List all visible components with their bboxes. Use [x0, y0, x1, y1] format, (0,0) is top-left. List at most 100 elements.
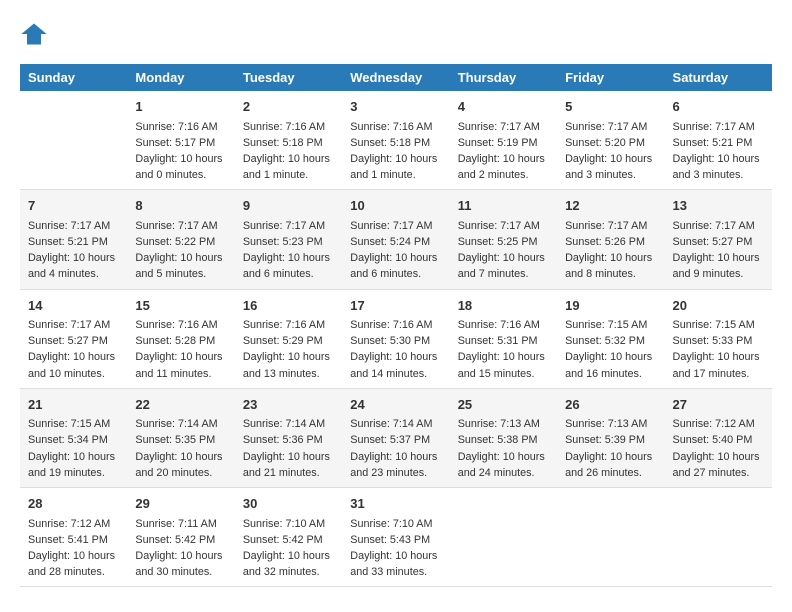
- calendar-cell: 20Sunrise: 7:15 AMSunset: 5:33 PMDayligh…: [665, 289, 772, 388]
- day-number: 25: [458, 395, 549, 415]
- calendar-week-row: 1Sunrise: 7:16 AMSunset: 5:17 PMDaylight…: [20, 91, 772, 190]
- day-info: Sunrise: 7:16 AMSunset: 5:29 PMDaylight:…: [243, 317, 334, 382]
- calendar-week-row: 28Sunrise: 7:12 AMSunset: 5:41 PMDayligh…: [20, 488, 772, 587]
- calendar-cell: 15Sunrise: 7:16 AMSunset: 5:28 PMDayligh…: [127, 289, 234, 388]
- day-info: Sunrise: 7:17 AMSunset: 5:26 PMDaylight:…: [565, 218, 656, 283]
- day-info: Sunrise: 7:10 AMSunset: 5:43 PMDaylight:…: [350, 516, 441, 581]
- day-number: 3: [350, 97, 441, 117]
- day-info: Sunrise: 7:14 AMSunset: 5:35 PMDaylight:…: [135, 416, 226, 481]
- calendar-cell: 8Sunrise: 7:17 AMSunset: 5:22 PMDaylight…: [127, 190, 234, 289]
- day-info: Sunrise: 7:17 AMSunset: 5:24 PMDaylight:…: [350, 218, 441, 283]
- calendar-cell: 3Sunrise: 7:16 AMSunset: 5:18 PMDaylight…: [342, 91, 449, 190]
- day-info: Sunrise: 7:15 AMSunset: 5:32 PMDaylight:…: [565, 317, 656, 382]
- day-info: Sunrise: 7:11 AMSunset: 5:42 PMDaylight:…: [135, 516, 226, 581]
- day-number: 26: [565, 395, 656, 415]
- logo: [20, 20, 52, 48]
- day-number: 21: [28, 395, 119, 415]
- calendar-table: SundayMondayTuesdayWednesdayThursdayFrid…: [20, 64, 772, 587]
- day-info: Sunrise: 7:17 AMSunset: 5:25 PMDaylight:…: [458, 218, 549, 283]
- calendar-week-row: 21Sunrise: 7:15 AMSunset: 5:34 PMDayligh…: [20, 388, 772, 487]
- calendar-cell: 28Sunrise: 7:12 AMSunset: 5:41 PMDayligh…: [20, 488, 127, 587]
- day-info: Sunrise: 7:14 AMSunset: 5:36 PMDaylight:…: [243, 416, 334, 481]
- calendar-week-row: 14Sunrise: 7:17 AMSunset: 5:27 PMDayligh…: [20, 289, 772, 388]
- day-number: 6: [673, 97, 764, 117]
- day-of-week-header: Tuesday: [235, 64, 342, 91]
- day-of-week-header: Friday: [557, 64, 664, 91]
- day-number: 16: [243, 296, 334, 316]
- day-info: Sunrise: 7:16 AMSunset: 5:17 PMDaylight:…: [135, 119, 226, 184]
- day-number: 19: [565, 296, 656, 316]
- day-info: Sunrise: 7:16 AMSunset: 5:18 PMDaylight:…: [243, 119, 334, 184]
- calendar-cell: 22Sunrise: 7:14 AMSunset: 5:35 PMDayligh…: [127, 388, 234, 487]
- calendar-cell: 4Sunrise: 7:17 AMSunset: 5:19 PMDaylight…: [450, 91, 557, 190]
- day-info: Sunrise: 7:12 AMSunset: 5:40 PMDaylight:…: [673, 416, 764, 481]
- calendar-cell: 6Sunrise: 7:17 AMSunset: 5:21 PMDaylight…: [665, 91, 772, 190]
- day-number: 4: [458, 97, 549, 117]
- day-info: Sunrise: 7:16 AMSunset: 5:30 PMDaylight:…: [350, 317, 441, 382]
- day-of-week-header: Monday: [127, 64, 234, 91]
- day-number: 7: [28, 196, 119, 216]
- day-info: Sunrise: 7:17 AMSunset: 5:19 PMDaylight:…: [458, 119, 549, 184]
- calendar-cell: 16Sunrise: 7:16 AMSunset: 5:29 PMDayligh…: [235, 289, 342, 388]
- day-number: 13: [673, 196, 764, 216]
- day-info: Sunrise: 7:17 AMSunset: 5:23 PMDaylight:…: [243, 218, 334, 283]
- calendar-cell: [450, 488, 557, 587]
- day-info: Sunrise: 7:17 AMSunset: 5:22 PMDaylight:…: [135, 218, 226, 283]
- day-number: 20: [673, 296, 764, 316]
- logo-icon: [20, 20, 48, 48]
- day-info: Sunrise: 7:13 AMSunset: 5:39 PMDaylight:…: [565, 416, 656, 481]
- day-number: 29: [135, 494, 226, 514]
- calendar-cell: 17Sunrise: 7:16 AMSunset: 5:30 PMDayligh…: [342, 289, 449, 388]
- day-info: Sunrise: 7:17 AMSunset: 5:27 PMDaylight:…: [673, 218, 764, 283]
- calendar-cell: 23Sunrise: 7:14 AMSunset: 5:36 PMDayligh…: [235, 388, 342, 487]
- day-number: 11: [458, 196, 549, 216]
- calendar-cell: 21Sunrise: 7:15 AMSunset: 5:34 PMDayligh…: [20, 388, 127, 487]
- day-info: Sunrise: 7:10 AMSunset: 5:42 PMDaylight:…: [243, 516, 334, 581]
- calendar-cell: 2Sunrise: 7:16 AMSunset: 5:18 PMDaylight…: [235, 91, 342, 190]
- day-number: 8: [135, 196, 226, 216]
- day-number: 15: [135, 296, 226, 316]
- calendar-cell: 1Sunrise: 7:16 AMSunset: 5:17 PMDaylight…: [127, 91, 234, 190]
- calendar-cell: 7Sunrise: 7:17 AMSunset: 5:21 PMDaylight…: [20, 190, 127, 289]
- day-of-week-header: Sunday: [20, 64, 127, 91]
- day-info: Sunrise: 7:13 AMSunset: 5:38 PMDaylight:…: [458, 416, 549, 481]
- day-number: 5: [565, 97, 656, 117]
- day-number: 31: [350, 494, 441, 514]
- calendar-cell: 12Sunrise: 7:17 AMSunset: 5:26 PMDayligh…: [557, 190, 664, 289]
- calendar-cell: 24Sunrise: 7:14 AMSunset: 5:37 PMDayligh…: [342, 388, 449, 487]
- days-header-row: SundayMondayTuesdayWednesdayThursdayFrid…: [20, 64, 772, 91]
- calendar-cell: [20, 91, 127, 190]
- day-number: 2: [243, 97, 334, 117]
- calendar-cell: 30Sunrise: 7:10 AMSunset: 5:42 PMDayligh…: [235, 488, 342, 587]
- calendar-cell: 27Sunrise: 7:12 AMSunset: 5:40 PMDayligh…: [665, 388, 772, 487]
- day-number: 18: [458, 296, 549, 316]
- day-number: 9: [243, 196, 334, 216]
- day-of-week-header: Saturday: [665, 64, 772, 91]
- day-number: 28: [28, 494, 119, 514]
- calendar-cell: 14Sunrise: 7:17 AMSunset: 5:27 PMDayligh…: [20, 289, 127, 388]
- day-number: 30: [243, 494, 334, 514]
- day-number: 27: [673, 395, 764, 415]
- day-info: Sunrise: 7:16 AMSunset: 5:18 PMDaylight:…: [350, 119, 441, 184]
- calendar-week-row: 7Sunrise: 7:17 AMSunset: 5:21 PMDaylight…: [20, 190, 772, 289]
- day-number: 24: [350, 395, 441, 415]
- day-number: 1: [135, 97, 226, 117]
- page-header: [20, 20, 772, 48]
- day-number: 17: [350, 296, 441, 316]
- day-of-week-header: Wednesday: [342, 64, 449, 91]
- day-info: Sunrise: 7:15 AMSunset: 5:33 PMDaylight:…: [673, 317, 764, 382]
- day-number: 23: [243, 395, 334, 415]
- calendar-cell: 19Sunrise: 7:15 AMSunset: 5:32 PMDayligh…: [557, 289, 664, 388]
- day-number: 10: [350, 196, 441, 216]
- calendar-cell: 13Sunrise: 7:17 AMSunset: 5:27 PMDayligh…: [665, 190, 772, 289]
- day-info: Sunrise: 7:17 AMSunset: 5:20 PMDaylight:…: [565, 119, 656, 184]
- day-info: Sunrise: 7:17 AMSunset: 5:21 PMDaylight:…: [28, 218, 119, 283]
- day-info: Sunrise: 7:12 AMSunset: 5:41 PMDaylight:…: [28, 516, 119, 581]
- day-number: 22: [135, 395, 226, 415]
- day-info: Sunrise: 7:15 AMSunset: 5:34 PMDaylight:…: [28, 416, 119, 481]
- day-of-week-header: Thursday: [450, 64, 557, 91]
- day-number: 12: [565, 196, 656, 216]
- calendar-cell: 5Sunrise: 7:17 AMSunset: 5:20 PMDaylight…: [557, 91, 664, 190]
- calendar-cell: 25Sunrise: 7:13 AMSunset: 5:38 PMDayligh…: [450, 388, 557, 487]
- day-info: Sunrise: 7:16 AMSunset: 5:28 PMDaylight:…: [135, 317, 226, 382]
